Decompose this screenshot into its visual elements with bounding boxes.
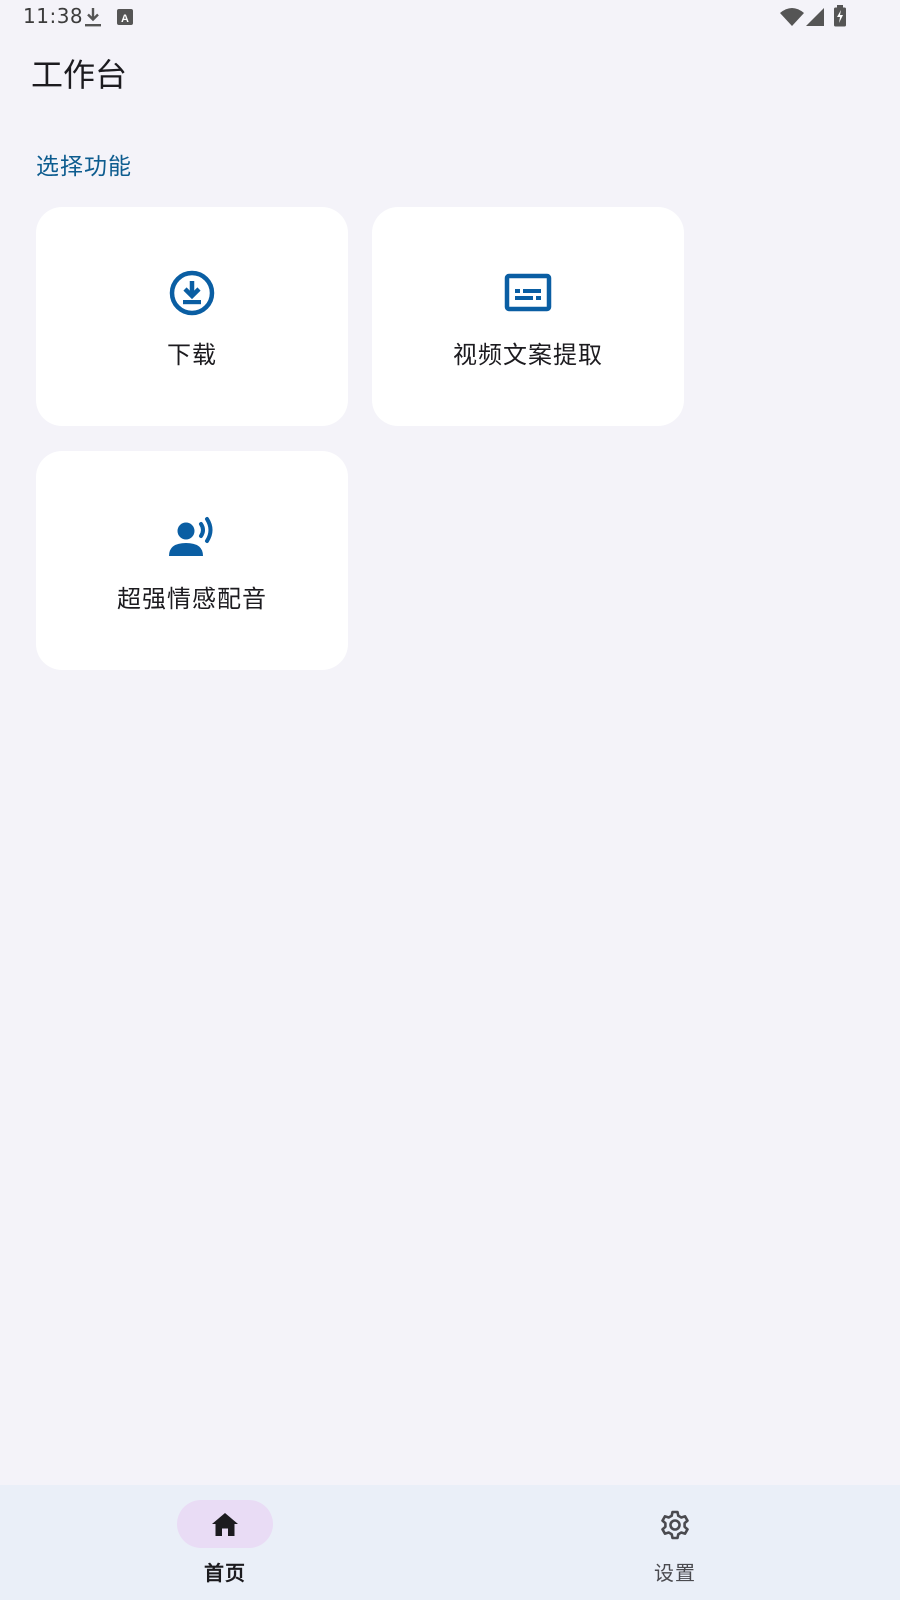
section-title: 选择功能 bbox=[36, 154, 132, 180]
keyboard-a-icon: A bbox=[117, 9, 133, 25]
card-video-text-extraction-label: 视频文案提取 bbox=[453, 341, 603, 369]
nav-item-home-label: 首页 bbox=[204, 1561, 246, 1585]
page-title: 工作台 bbox=[31, 56, 128, 94]
nav-item-home[interactable]: 首页 bbox=[0, 1485, 450, 1600]
nav-item-settings[interactable]: 设置 bbox=[450, 1485, 900, 1600]
cell-signal-icon bbox=[806, 8, 824, 26]
status-time: 11:38 bbox=[23, 4, 84, 28]
subtitles-icon bbox=[504, 273, 552, 312]
status-bar: 11:38 A bbox=[0, 0, 900, 34]
card-emotional-voiceover-label: 超强情感配音 bbox=[117, 585, 267, 613]
card-video-text-extraction[interactable]: 视频文案提取 bbox=[372, 207, 684, 426]
download-icon bbox=[85, 8, 101, 27]
card-emotional-voiceover[interactable]: 超强情感配音 bbox=[36, 451, 348, 670]
settings-icon bbox=[661, 1510, 689, 1540]
screen: 11:38 A 工作台 选择功能 下载 视频文案提取 超强情感配音 首页 设置 bbox=[0, 0, 900, 1600]
card-download[interactable]: 下载 bbox=[36, 207, 348, 426]
voice-over-icon bbox=[169, 517, 213, 556]
svg-text:A: A bbox=[121, 13, 129, 25]
download-circle-icon bbox=[169, 270, 215, 316]
wifi-icon bbox=[780, 8, 804, 26]
nav-item-settings-label: 设置 bbox=[654, 1561, 696, 1585]
bottom-nav: 首页 设置 bbox=[0, 1485, 900, 1600]
battery-charging-icon bbox=[834, 5, 846, 27]
card-download-label: 下载 bbox=[167, 341, 217, 369]
home-icon bbox=[212, 1513, 238, 1536]
